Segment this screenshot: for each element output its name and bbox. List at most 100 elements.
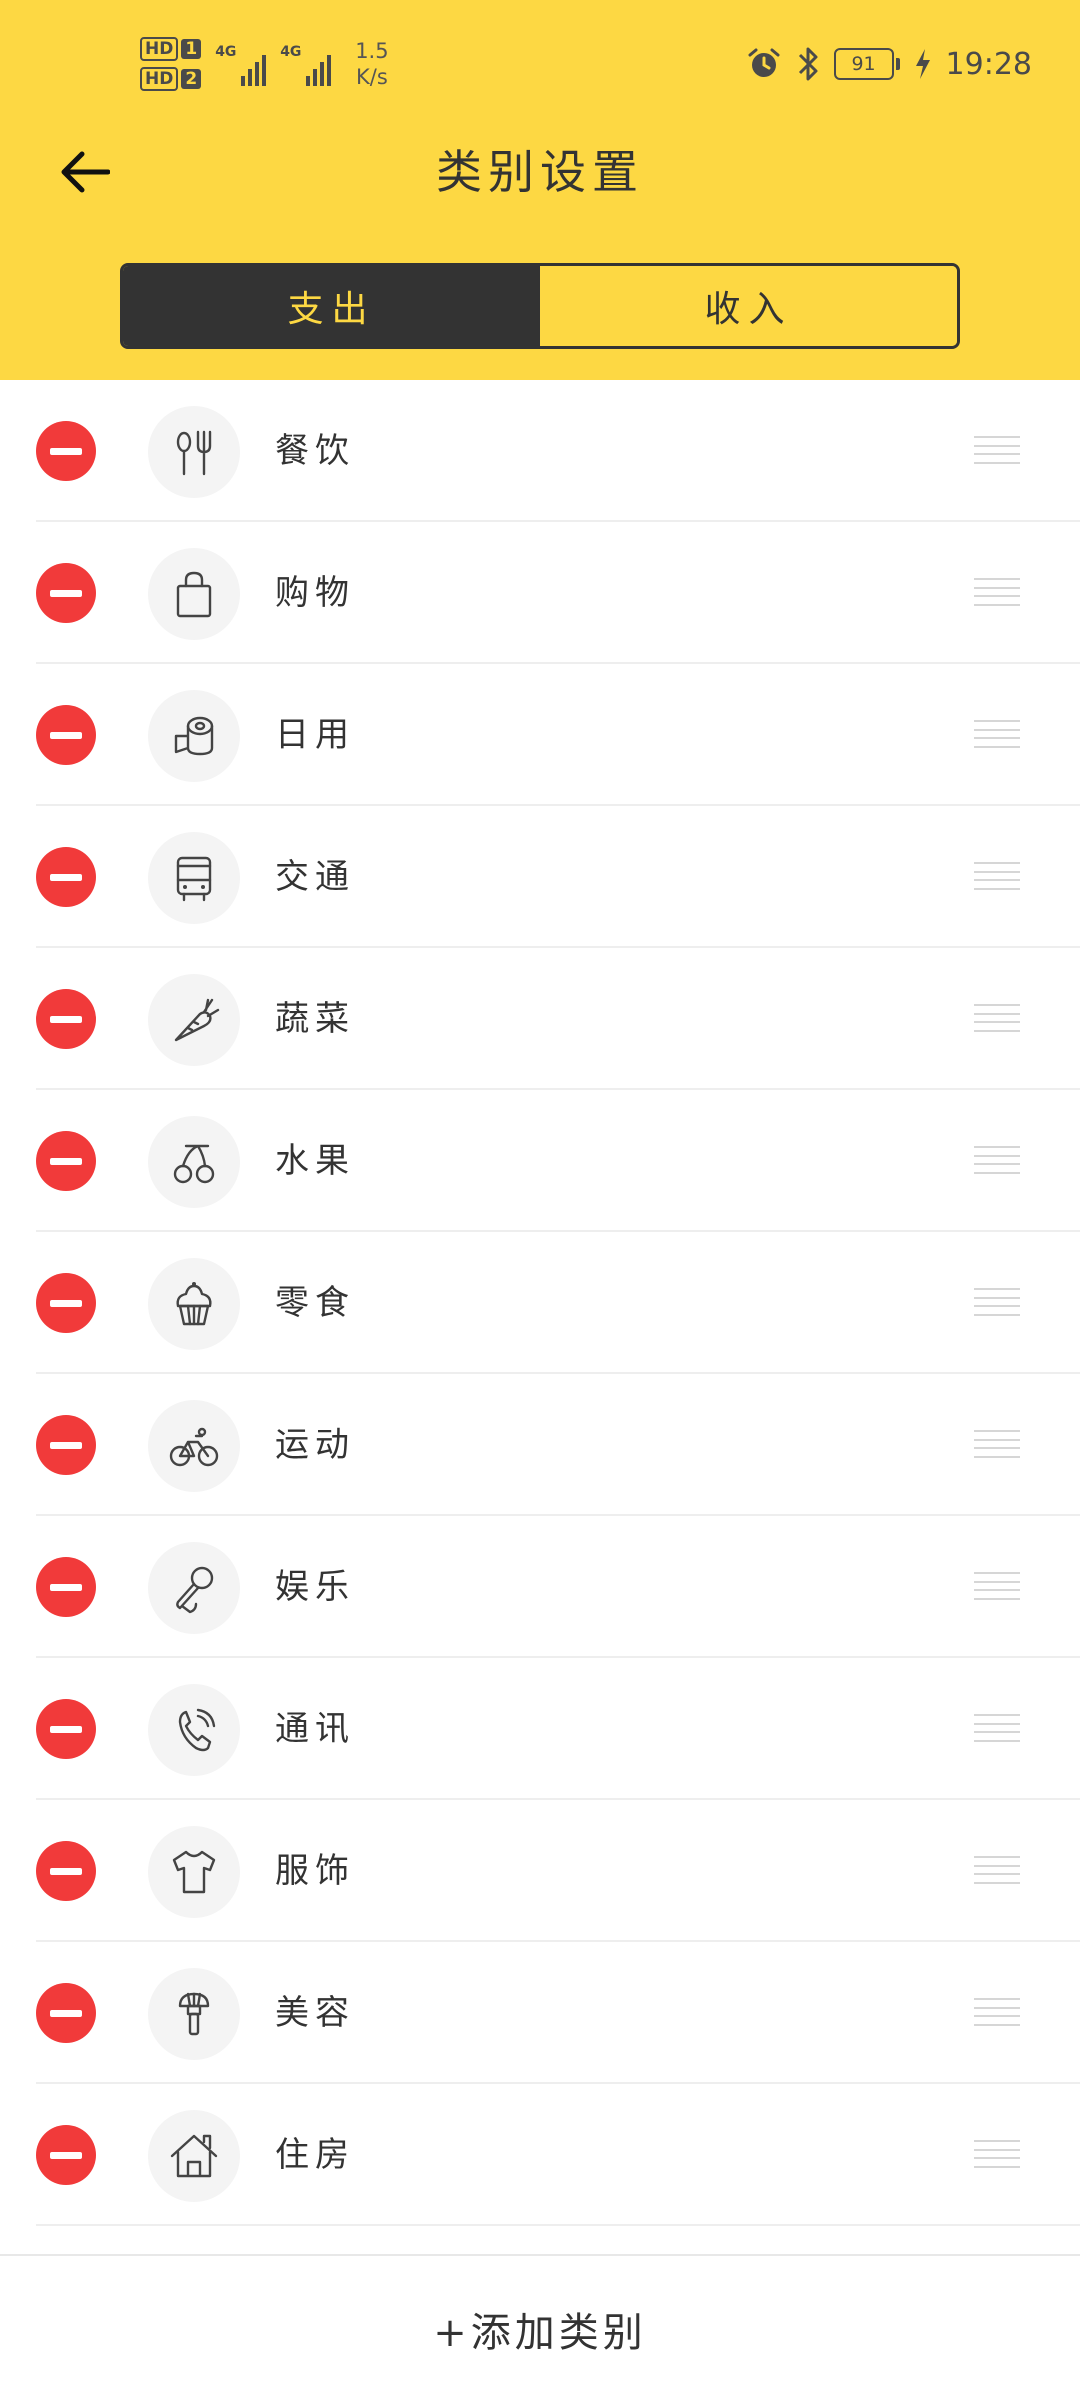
hd-label: HD bbox=[140, 37, 179, 61]
network-type: 4G bbox=[215, 44, 237, 60]
type-segmented-control: 支出 收入 bbox=[120, 263, 960, 349]
tshirt-icon bbox=[172, 1850, 216, 1894]
category-row[interactable]: 蔬菜 bbox=[0, 948, 1080, 1090]
delete-category-button[interactable] bbox=[36, 2125, 96, 2185]
microphone-icon bbox=[176, 1566, 214, 1614]
category-icon bbox=[148, 690, 240, 782]
delete-category-button[interactable] bbox=[36, 705, 96, 765]
category-row[interactable]: 住房 bbox=[0, 2084, 1080, 2226]
category-label: 交通 bbox=[275, 857, 355, 897]
delete-category-button[interactable] bbox=[36, 989, 96, 1049]
delete-category-button[interactable] bbox=[36, 421, 96, 481]
category-row[interactable]: 服饰 bbox=[0, 1800, 1080, 1942]
delete-category-button[interactable] bbox=[36, 1415, 96, 1475]
battery-level: 91 bbox=[833, 48, 894, 80]
drag-handle-icon[interactable] bbox=[974, 1998, 1020, 2026]
minus-icon bbox=[50, 1157, 82, 1165]
delete-category-button[interactable] bbox=[36, 1983, 96, 2043]
category-label: 蔬菜 bbox=[275, 999, 355, 1039]
drag-handle-icon[interactable] bbox=[974, 1146, 1020, 1174]
add-category-button[interactable]: +添加类别 bbox=[433, 2300, 647, 2358]
category-label: 零食 bbox=[275, 1283, 355, 1323]
utensils-icon bbox=[176, 430, 212, 476]
minus-icon bbox=[50, 1441, 82, 1449]
phone-icon bbox=[178, 1708, 216, 1752]
sim2-badge: HD 2 bbox=[140, 67, 202, 91]
category-icon bbox=[148, 548, 240, 640]
minus-icon bbox=[50, 1725, 82, 1733]
signal-icon: 4G bbox=[215, 42, 267, 86]
toilet-roll-icon bbox=[174, 716, 214, 756]
minus-icon bbox=[50, 1015, 82, 1023]
status-left: HD 1 HD 2 4G 4G 1.5 K/s bbox=[140, 34, 389, 94]
tab-income[interactable]: 收入 bbox=[540, 266, 957, 346]
category-icon bbox=[148, 2110, 240, 2202]
minus-icon bbox=[50, 2151, 82, 2159]
charging-icon bbox=[915, 49, 930, 79]
drag-handle-icon[interactable] bbox=[974, 1004, 1020, 1032]
bus-icon bbox=[176, 856, 212, 902]
category-icon bbox=[148, 1116, 240, 1208]
category-label: 运动 bbox=[275, 1425, 355, 1465]
category-icon bbox=[148, 1542, 240, 1634]
category-row[interactable]: 交通 bbox=[0, 806, 1080, 948]
sim-number: 2 bbox=[181, 69, 202, 89]
category-label: 日用 bbox=[275, 715, 355, 755]
shopping-bag-icon bbox=[176, 571, 212, 618]
category-label: 娱乐 bbox=[275, 1567, 355, 1607]
network-speed: 1.5 K/s bbox=[355, 38, 388, 90]
hd-label: HD bbox=[140, 67, 179, 91]
category-label: 购物 bbox=[275, 573, 355, 613]
drag-handle-icon[interactable] bbox=[974, 1430, 1020, 1458]
drag-handle-icon[interactable] bbox=[974, 1288, 1020, 1316]
tab-expense[interactable]: 支出 bbox=[123, 266, 540, 346]
category-row[interactable]: 餐饮 bbox=[0, 380, 1080, 522]
drag-handle-icon[interactable] bbox=[974, 720, 1020, 748]
category-icon bbox=[148, 1968, 240, 2060]
drag-handle-icon[interactable] bbox=[974, 436, 1020, 464]
sim-number: 1 bbox=[181, 39, 202, 59]
minus-icon bbox=[50, 1583, 82, 1591]
category-label: 水果 bbox=[275, 1141, 355, 1181]
drag-handle-icon[interactable] bbox=[974, 578, 1020, 606]
drag-handle-icon[interactable] bbox=[974, 1714, 1020, 1742]
cherry-icon bbox=[173, 1144, 215, 1184]
category-row[interactable]: 娱乐 bbox=[0, 1516, 1080, 1658]
speed-unit: K/s bbox=[355, 65, 388, 89]
delete-category-button[interactable] bbox=[36, 847, 96, 907]
makeup-brush-icon bbox=[178, 1992, 210, 2036]
delete-category-button[interactable] bbox=[36, 563, 96, 623]
delete-category-button[interactable] bbox=[36, 1841, 96, 1901]
sim1-badge: HD 1 bbox=[140, 37, 202, 61]
delete-category-button[interactable] bbox=[36, 1557, 96, 1617]
delete-category-button[interactable] bbox=[36, 1273, 96, 1333]
category-row[interactable]: 美容 bbox=[0, 1942, 1080, 2084]
category-icon bbox=[148, 832, 240, 924]
category-row[interactable]: 购物 bbox=[0, 522, 1080, 664]
category-row[interactable]: 运动 bbox=[0, 1374, 1080, 1516]
category-label: 美容 bbox=[275, 1993, 355, 2033]
category-label: 住房 bbox=[275, 2135, 355, 2175]
footer-bar: +添加类别 bbox=[0, 2254, 1080, 2402]
category-row[interactable]: 通讯 bbox=[0, 1658, 1080, 1800]
category-icon bbox=[148, 1684, 240, 1776]
category-row[interactable]: 水果 bbox=[0, 1090, 1080, 1232]
delete-category-button[interactable] bbox=[36, 1131, 96, 1191]
drag-handle-icon[interactable] bbox=[974, 1856, 1020, 1884]
minus-icon bbox=[50, 2009, 82, 2017]
drag-handle-icon[interactable] bbox=[974, 2140, 1020, 2168]
minus-icon bbox=[50, 589, 82, 597]
category-icon bbox=[148, 1400, 240, 1492]
minus-icon bbox=[50, 447, 82, 455]
header: HD 1 HD 2 4G 4G 1.5 K/s 91 19:28 类别设置 支出… bbox=[0, 0, 1080, 380]
category-icon bbox=[148, 974, 240, 1066]
delete-category-button[interactable] bbox=[36, 1699, 96, 1759]
category-row[interactable]: 日用 bbox=[0, 664, 1080, 806]
drag-handle-icon[interactable] bbox=[974, 862, 1020, 890]
drag-handle-icon[interactable] bbox=[974, 1572, 1020, 1600]
category-icon bbox=[148, 406, 240, 498]
category-icon bbox=[148, 1826, 240, 1918]
alarm-icon bbox=[748, 48, 780, 77]
category-row[interactable]: 零食 bbox=[0, 1232, 1080, 1374]
minus-icon bbox=[50, 731, 82, 739]
